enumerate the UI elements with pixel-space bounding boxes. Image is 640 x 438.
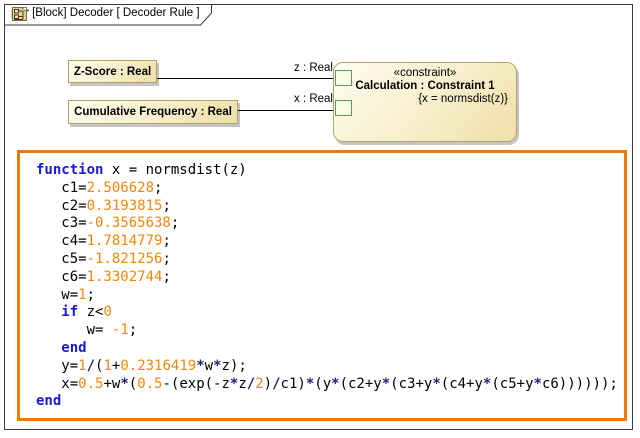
block-cumulative-frequency[interactable]: Cumulative Frequency : Real: [68, 100, 238, 124]
parametric-diagram-icon: [12, 7, 27, 21]
block-z-score[interactable]: Z-Score : Real: [68, 60, 157, 83]
code-lines: function x = normsdist(z) c1=2.506628; c…: [36, 162, 624, 411]
code-line: end: [36, 393, 624, 411]
constraint-stereotype: «constraint»: [334, 67, 516, 79]
block-cumulative-frequency-label: Cumulative Frequency : Real: [74, 106, 232, 118]
tab-diagram-name: Decoder Rule ]: [123, 7, 200, 19]
constraint-parameter-port-x[interactable]: [335, 100, 352, 116]
code-line: x=0.5+w*(0.5-(exp(-z*z/2)/c1)*(y*(c2+y*(…: [36, 376, 624, 394]
diagram-tab[interactable]: par [Block] Decoder [ Decoder Rule ]: [4, 4, 216, 26]
constraint-expression: {x = normsdist(z)}: [334, 93, 516, 105]
block-z-score-label: Z-Score : Real: [74, 66, 151, 78]
constraint-code-panel[interactable]: function x = normsdist(z) c1=2.506628; c…: [17, 150, 627, 421]
code-line: w= -1;: [36, 322, 624, 340]
code-line: y=1/(1+0.2316419*w*z);: [36, 358, 624, 376]
binding-connector-z[interactable]: [157, 78, 336, 79]
tab-title: par [Block] Decoder [ Decoder Rule ]: [11, 7, 200, 19]
code-line: c6=1.3302744;: [36, 269, 624, 287]
code-line: c2=0.3193815;: [36, 198, 624, 216]
code-line: if z<0: [36, 304, 624, 322]
constraint-name: Calculation : Constraint 1: [334, 80, 516, 92]
code-line: w=1;: [36, 287, 624, 305]
code-line: function x = normsdist(z): [36, 162, 624, 180]
code-line: end: [36, 340, 624, 358]
diagram-frame: par [Block] Decoder [ Decoder Rule ] Z-S…: [4, 4, 633, 430]
code-line: c1=2.506628;: [36, 180, 624, 198]
parameter-label-x[interactable]: x : Real: [271, 93, 333, 105]
code-line: c4=1.7814779;: [36, 233, 624, 251]
tab-context-label: [Block] Decoder [: [29, 7, 123, 19]
binding-connector-x[interactable]: [238, 110, 336, 111]
constraint-parameter-port-z[interactable]: [335, 70, 352, 86]
parametric-diagram-canvas: par [Block] Decoder [ Decoder Rule ] Z-S…: [0, 0, 640, 438]
parameter-label-z[interactable]: z : Real: [271, 62, 333, 74]
code-line: c3=-0.3565638;: [36, 215, 624, 233]
code-line: c5=-1.821256;: [36, 251, 624, 269]
constraint-block-calculation[interactable]: «constraint» Calculation : Constraint 1 …: [333, 62, 517, 142]
